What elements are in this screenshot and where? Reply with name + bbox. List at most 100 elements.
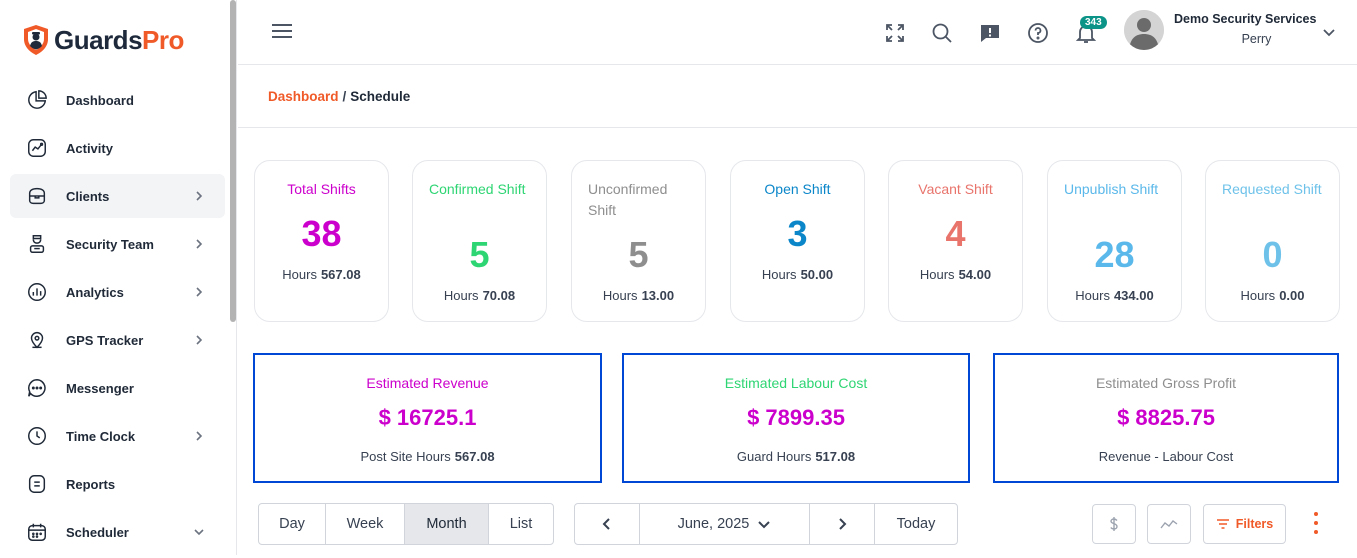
chevron-right-icon (193, 429, 205, 441)
tab-list[interactable]: List (489, 504, 553, 544)
analytics-bars-icon (26, 281, 48, 303)
stat-value: 5 (628, 234, 649, 275)
brand-name: GuardsPro (54, 24, 184, 55)
stat-title: Unpublish Shift (1064, 181, 1159, 197)
estimated-gross-profit-card: Estimated Gross Profit $ 8825.75 Revenue… (993, 353, 1339, 483)
sidebar-item-label: Dashboard (66, 92, 134, 108)
breadcrumb: Dashboard / Schedule (268, 89, 410, 104)
stat-card-vacant-shift[interactable]: Vacant Shift 4 Hours 54.00 (888, 160, 1023, 322)
sidebar-item-reports[interactable]: Reports (10, 462, 225, 506)
estimated-labour-cost-card: Estimated Labour Cost $ 7899.35 Guard Ho… (622, 353, 970, 483)
trend-line-icon (1160, 520, 1178, 529)
stat-hours: Hours 13.00 (602, 288, 675, 303)
shield-logo-icon (24, 25, 48, 55)
stat-card-unpublish-shift[interactable]: Unpublish Shift 28 Hours 434.00 (1047, 160, 1182, 322)
estimate-subtitle: Guard Hours 517.08 (736, 449, 856, 464)
tab-week[interactable]: Week (326, 504, 405, 544)
sidebar-scrollbar[interactable] (230, 0, 236, 322)
report-document-icon (26, 473, 48, 495)
sidebar-item-label: Time Clock (66, 428, 136, 444)
stat-value: 5 (469, 234, 490, 275)
chat-bubble-icon (26, 377, 48, 399)
trend-chart-button[interactable] (1147, 504, 1191, 544)
chevron-down-icon[interactable] (1322, 25, 1336, 39)
stat-value: 4 (945, 213, 966, 254)
feedback-message-icon[interactable] (978, 21, 1002, 45)
stat-title: Open Shift (764, 181, 831, 197)
sidebar-item-dashboard[interactable]: Dashboard (10, 78, 225, 122)
sidebar-item-activity[interactable]: Activity (10, 126, 225, 170)
filters-button[interactable]: Filters (1203, 504, 1286, 544)
chevron-down-icon (193, 525, 205, 537)
stat-hours: Hours 0.00 (1240, 288, 1305, 303)
estimate-subtitle: Revenue - Labour Cost (1098, 449, 1234, 464)
sidebar-item-label: Activity (66, 140, 113, 156)
sidebar-nav: Dashboard Activity Clients Security Team… (10, 78, 225, 558)
stat-title: Unconfirmed Shift (588, 181, 668, 218)
view-tabs: Day Week Month List (258, 503, 554, 545)
breadcrumb-separator: / (342, 89, 347, 104)
tab-month[interactable]: Month (405, 504, 489, 544)
stat-card-confirmed-shift[interactable]: Confirmed Shift 5 Hours 70.08 (412, 160, 547, 322)
avatar[interactable] (1124, 10, 1164, 50)
search-icon[interactable] (930, 21, 954, 45)
stat-hours: Hours 567.08 (282, 267, 361, 282)
estimate-title: Estimated Gross Profit (1095, 375, 1237, 391)
map-pin-icon (26, 329, 48, 351)
help-question-icon[interactable] (1026, 21, 1050, 45)
tab-day[interactable]: Day (259, 504, 326, 544)
stat-title: Confirmed Shift (429, 181, 526, 197)
more-options-icon[interactable] (1310, 512, 1322, 538)
stat-card-open-shift[interactable]: Open Shift 3 Hours 50.00 (730, 160, 865, 322)
today-button[interactable]: Today (875, 504, 957, 544)
estimate-value: $ 16725.1 (378, 405, 477, 430)
stat-card-total-shifts[interactable]: Total Shifts 38 Hours 567.08 (254, 160, 389, 322)
stat-card-unconfirmed-shift[interactable]: Unconfirmed Shift 5 Hours 13.00 (571, 160, 706, 322)
chevron-left-icon (602, 518, 610, 530)
chevron-down-icon (758, 521, 771, 529)
stat-value: 0 (1262, 234, 1283, 275)
estimate-subtitle: Post Site Hours 567.08 (360, 449, 495, 464)
clients-box-icon (26, 185, 48, 207)
stat-hours: Hours 50.00 (761, 267, 834, 282)
user-name[interactable]: Perry (1174, 32, 1339, 46)
clock-icon (26, 425, 48, 447)
stat-card-requested-shift[interactable]: Requested Shift 0 Hours 0.00 (1205, 160, 1340, 322)
chevron-right-icon (193, 237, 205, 249)
month-picker[interactable]: June, 2025 (640, 504, 810, 544)
chevron-right-icon (193, 285, 205, 297)
next-period-button[interactable] (810, 504, 875, 544)
sidebar-item-clients[interactable]: Clients (10, 174, 225, 218)
divider (238, 127, 1357, 128)
sidebar-item-label: Analytics (66, 284, 124, 300)
current-period-label: June, 2025 (677, 516, 750, 532)
sidebar-item-messenger[interactable]: Messenger (10, 366, 225, 410)
sidebar-item-scheduler[interactable]: Scheduler (10, 510, 225, 554)
fullscreen-expand-icon[interactable] (883, 21, 907, 45)
activity-chart-icon (26, 137, 48, 159)
stat-title: Requested Shift (1222, 181, 1322, 197)
sidebar-item-time-clock[interactable]: Time Clock (10, 414, 225, 458)
date-navigator: June, 2025 Today (574, 503, 958, 545)
sidebar-item-analytics[interactable]: Analytics (10, 270, 225, 314)
stat-value: 38 (301, 213, 342, 254)
revenue-toggle-button[interactable] (1092, 504, 1136, 544)
estimate-title: Estimated Labour Cost (724, 375, 868, 391)
breadcrumb-current: Schedule (350, 89, 411, 104)
chevron-right-icon (193, 333, 205, 345)
chevron-right-icon (839, 518, 847, 530)
hamburger-menu-icon[interactable] (272, 24, 292, 40)
stat-hours: Hours 70.08 (443, 288, 516, 303)
user-organization[interactable]: Demo Security Services (1174, 12, 1316, 26)
breadcrumb-link-dashboard[interactable]: Dashboard (268, 89, 339, 104)
chevron-right-icon (193, 189, 205, 201)
brand-logo[interactable]: GuardsPro (22, 24, 184, 56)
estimated-revenue-card: Estimated Revenue $ 16725.1 Post Site Ho… (253, 353, 602, 483)
guard-person-icon (26, 233, 48, 255)
stat-value: 3 (787, 213, 808, 254)
sidebar-item-security-team[interactable]: Security Team (10, 222, 225, 266)
prev-period-button[interactable] (575, 504, 640, 544)
stat-title: Total Shifts (287, 181, 356, 197)
sidebar-item-gps-tracker[interactable]: GPS Tracker (10, 318, 225, 362)
stat-hours: Hours 54.00 (919, 267, 992, 282)
